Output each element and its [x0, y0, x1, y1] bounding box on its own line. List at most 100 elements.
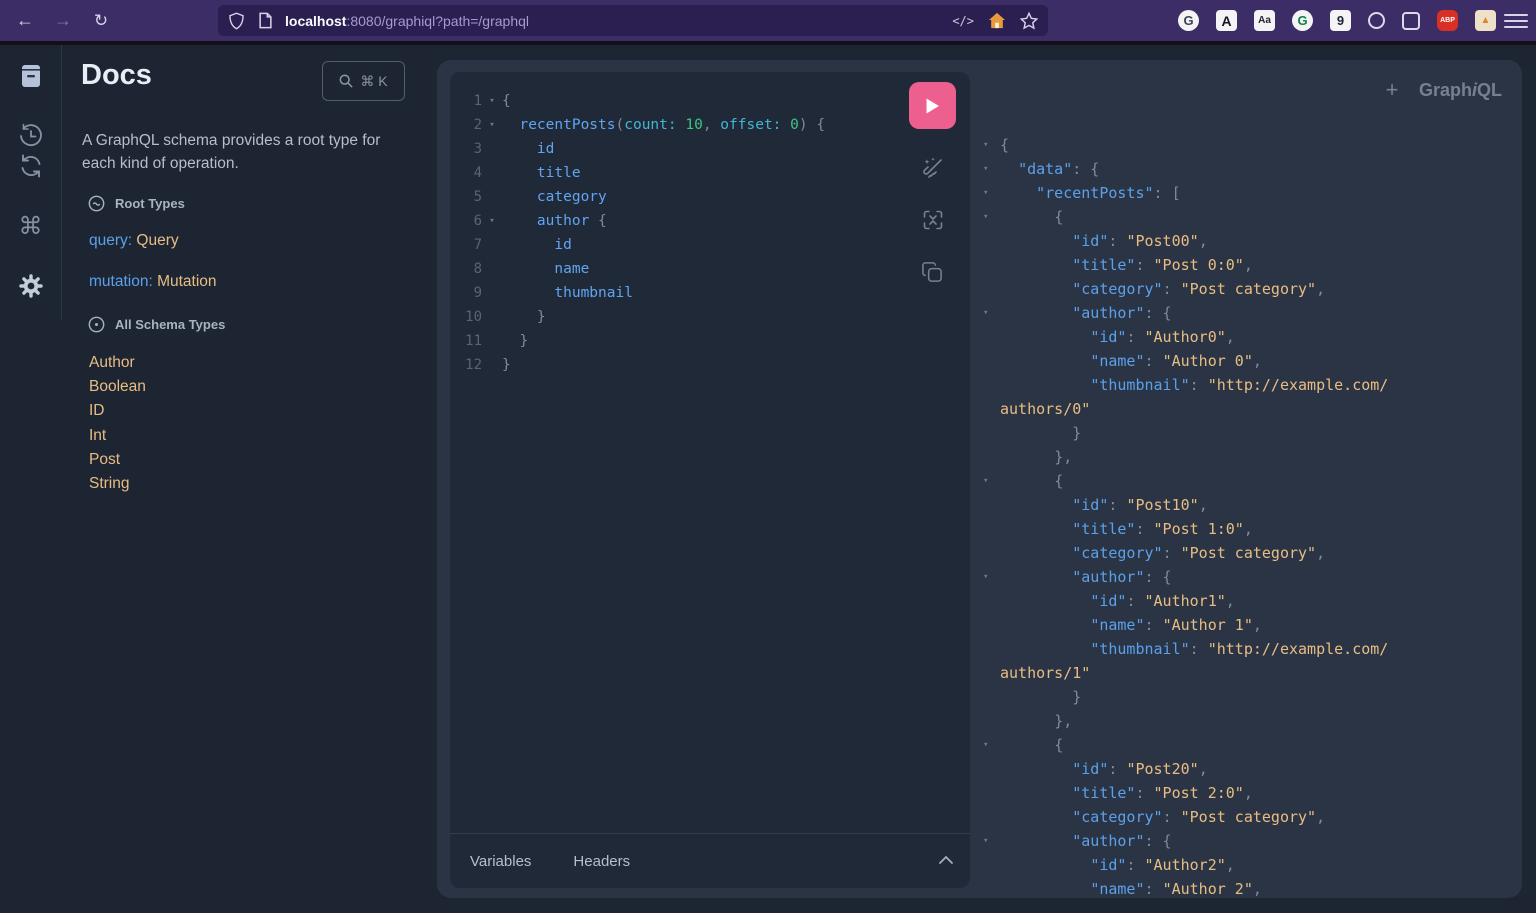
code-text: {	[1000, 205, 1063, 229]
fold-gutter	[482, 281, 502, 305]
execute-query-button[interactable]	[909, 82, 956, 129]
settings-button[interactable]	[16, 271, 46, 301]
code-text: "name": "Author 1",	[1000, 613, 1262, 637]
search-icon	[339, 74, 353, 88]
docs-search-button[interactable]: ⌘ K	[322, 61, 405, 101]
fold-arrow-icon[interactable]: ▾	[983, 733, 1000, 757]
code-text: name	[502, 257, 589, 281]
fold-arrow-icon[interactable]: ▾	[482, 113, 502, 137]
prettify-button[interactable]	[920, 155, 946, 181]
reload-button[interactable]: ↻	[86, 6, 116, 36]
ext-translate-icon[interactable]: Aa	[1254, 10, 1275, 31]
ext-g-badge-icon[interactable]: G	[1178, 10, 1199, 31]
ext-grammarly-icon[interactable]: G	[1292, 10, 1313, 31]
url-text[interactable]: localhost:8080/graphiql?path=/graphql	[285, 13, 952, 29]
query-code[interactable]: 1▾{2▾ recentPosts(count: 10, offset: 0) …	[450, 89, 825, 377]
fold-arrow-icon[interactable]: ▾	[983, 157, 1000, 181]
code-line: 2▾ recentPosts(count: 10, offset: 0) {	[450, 113, 825, 137]
schema-type-link[interactable]: Int	[89, 424, 146, 448]
code-text: "thumbnail": "http://example.com/	[1000, 373, 1388, 397]
response-viewer[interactable]: ▾{▾ "data": {▾ "recentPosts": [▾ { "id":…	[983, 133, 1508, 901]
docs-plugin-button[interactable]	[16, 61, 46, 91]
fold-arrow-icon[interactable]: ▾	[482, 209, 502, 233]
code-text: }	[1000, 421, 1081, 445]
fold-arrow-icon[interactable]: ▾	[983, 469, 1000, 493]
code-line: "thumbnail": "http://example.com/	[983, 637, 1508, 661]
schema-type-link[interactable]: Post	[89, 448, 146, 472]
fold-arrow-icon[interactable]: ▾	[983, 181, 1000, 205]
code-text: "id": "Author0",	[1000, 325, 1235, 349]
ext-loop-icon[interactable]	[1368, 12, 1385, 29]
root-type-link[interactable]: query: Query	[89, 220, 217, 261]
fold-gutter	[983, 853, 1000, 877]
devtools-icon[interactable]: </>	[952, 14, 974, 28]
page-icon[interactable]	[258, 12, 273, 29]
ext-reader-icon[interactable]: ▲	[1475, 10, 1496, 31]
menu-icon[interactable]	[1504, 10, 1528, 31]
docs-title: Docs	[81, 59, 152, 92]
fold-arrow-icon[interactable]: ▾	[983, 301, 1000, 325]
ext-adblock-icon[interactable]: ABP	[1437, 10, 1458, 31]
url-bar[interactable]: localhost:8080/graphiql?path=/graphql </…	[218, 5, 1048, 36]
code-line: "name": "Author 2",	[983, 877, 1508, 901]
fold-gutter	[983, 277, 1000, 301]
tab-headers[interactable]: Headers	[573, 853, 630, 870]
fold-arrow-icon[interactable]: ▾	[983, 565, 1000, 589]
home-icon[interactable]	[988, 12, 1006, 29]
code-text: "title": "Post 1:0",	[1000, 517, 1253, 541]
collapse-tools-button[interactable]	[938, 852, 954, 870]
code-text: "thumbnail": "http://example.com/	[1000, 637, 1388, 661]
extension-icons: GAAaG9ABP▲	[1178, 4, 1496, 37]
bookmark-star-icon[interactable]	[1020, 12, 1038, 30]
fold-gutter	[983, 397, 1000, 421]
code-text: },	[1000, 709, 1072, 733]
ext-fonts-icon[interactable]: A	[1216, 10, 1237, 31]
code-line: "id": "Post00",	[983, 229, 1508, 253]
graphiql-logo: GraphiQL	[1419, 80, 1502, 101]
fold-arrow-icon[interactable]: ▾	[983, 205, 1000, 229]
fold-arrow-icon[interactable]: ▾	[983, 829, 1000, 853]
search-shortcut-label: ⌘ K	[360, 73, 387, 90]
forward-button[interactable]: →	[48, 6, 78, 36]
copy-query-button[interactable]	[920, 259, 946, 285]
code-text: "author": {	[1000, 301, 1172, 325]
root-type-link[interactable]: mutation: Mutation	[89, 261, 217, 302]
graphiql-app: ⌘ Docs ⌘ K A GraphQL schema provides a r…	[0, 45, 1536, 913]
code-text: "id": "Post00",	[1000, 229, 1208, 253]
code-text: title	[502, 161, 581, 185]
code-line: 9 thumbnail	[450, 281, 825, 305]
schema-type-link[interactable]: ID	[89, 399, 146, 423]
fold-gutter	[482, 329, 502, 353]
schema-types-list: AuthorBooleanIDIntPostString	[89, 351, 146, 496]
merge-fragments-button[interactable]	[920, 207, 946, 233]
code-line: "name": "Author 1",	[983, 613, 1508, 637]
schema-type-link[interactable]: String	[89, 472, 146, 496]
fold-arrow-icon[interactable]: ▾	[482, 89, 502, 113]
shield-icon[interactable]	[228, 12, 245, 30]
schema-type-link[interactable]: Author	[89, 351, 146, 375]
code-line: 4 title	[450, 161, 825, 185]
editor-tools-footer: Variables Headers	[450, 833, 970, 888]
session-panel: + GraphiQL 1▾{2▾ recentPosts(count: 10, …	[437, 60, 1522, 898]
back-button[interactable]: ←	[10, 6, 40, 36]
query-editor[interactable]: 1▾{2▾ recentPosts(count: 10, offset: 0) …	[450, 72, 970, 888]
fold-arrow-icon[interactable]: ▾	[983, 133, 1000, 157]
fold-gutter	[983, 589, 1000, 613]
add-tab-button[interactable]: +	[1378, 76, 1406, 104]
keyboard-shortcuts-button[interactable]: ⌘	[16, 211, 46, 241]
schema-type-link[interactable]: Boolean	[89, 375, 146, 399]
code-line: "title": "Post 1:0",	[983, 517, 1508, 541]
ext-keeper-icon[interactable]: 9	[1330, 10, 1351, 31]
ext-puzzle-icon[interactable]	[1402, 12, 1420, 30]
code-text: "title": "Post 0:0",	[1000, 253, 1253, 277]
docs-panel: Docs ⌘ K A GraphQL schema provides a roo…	[63, 45, 437, 913]
code-line: }	[983, 685, 1508, 709]
code-line: authors/0"	[983, 397, 1508, 421]
refetch-schema-button[interactable]	[16, 151, 46, 181]
line-number: 4	[450, 161, 482, 185]
fold-gutter	[983, 229, 1000, 253]
code-line: 8 name	[450, 257, 825, 281]
history-plugin-button[interactable]	[16, 121, 46, 151]
fold-gutter	[983, 637, 1000, 661]
tab-variables[interactable]: Variables	[470, 853, 531, 870]
